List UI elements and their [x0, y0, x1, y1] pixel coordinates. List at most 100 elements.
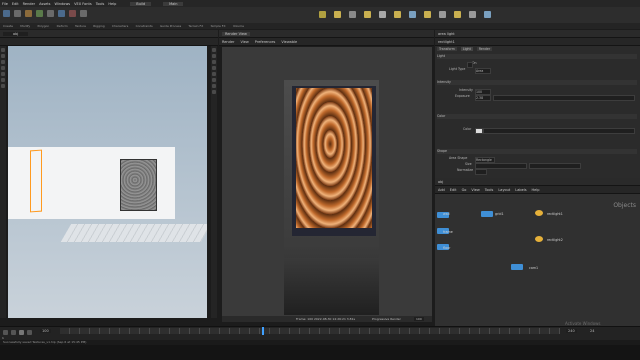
light-type-select[interactable]: Area	[475, 67, 491, 74]
light-tool-icon[interactable]	[394, 11, 401, 18]
exposure-slider[interactable]	[493, 94, 635, 101]
display-icon[interactable]	[212, 54, 216, 58]
light-tool-icon[interactable]	[334, 11, 341, 18]
fps-field[interactable]: 24	[590, 329, 594, 333]
menu-windows[interactable]: Windows	[55, 2, 71, 6]
shelf-tool-icon[interactable]	[3, 10, 10, 17]
light-tool-icon[interactable]	[409, 11, 416, 18]
menu-edit[interactable]: Edit	[12, 2, 19, 6]
select-icon[interactable]	[1, 48, 5, 52]
shelf-tool-icon[interactable]	[80, 10, 87, 17]
shelf-tool-icon[interactable]	[69, 10, 76, 17]
shelf-tab[interactable]: Simple FX	[211, 23, 226, 29]
node-name[interactable]: rectlight1	[438, 40, 455, 44]
network-menu-help[interactable]: Help	[532, 188, 540, 192]
network-menu-add[interactable]: Add	[438, 188, 445, 192]
view-menu[interactable]: View	[240, 40, 248, 44]
section-color[interactable]: Color	[437, 114, 637, 119]
display-icon[interactable]	[212, 72, 216, 76]
light-tool-icon[interactable]	[319, 11, 326, 18]
shelf-tab[interactable]: Deform	[57, 23, 68, 29]
menu-render[interactable]: Render	[23, 2, 35, 6]
current-frame-field[interactable]: 100	[40, 329, 51, 333]
move-icon[interactable]	[1, 54, 5, 58]
light-tool-icon[interactable]	[364, 11, 371, 18]
shelf-tool-icon[interactable]	[58, 10, 65, 17]
pose-icon[interactable]	[1, 78, 5, 82]
menu-help[interactable]: Help	[108, 2, 116, 6]
light-tool-icon[interactable]	[439, 11, 446, 18]
scale-icon[interactable]	[1, 66, 5, 70]
play-back-icon[interactable]	[11, 330, 16, 335]
tab-transform[interactable]: Transform	[437, 47, 457, 51]
node-cam1[interactable]	[511, 264, 523, 270]
playhead[interactable]	[262, 327, 264, 335]
section-intensity[interactable]: Intensity	[437, 80, 637, 85]
network-tab[interactable]: obj	[438, 180, 443, 184]
path-field[interactable]: obj	[3, 31, 29, 36]
tab-light[interactable]: Light	[460, 47, 473, 51]
light-tool-icon[interactable]	[379, 11, 386, 18]
display-icon[interactable]	[212, 84, 216, 88]
desktop-select[interactable]: Build	[130, 1, 152, 6]
main-select[interactable]: Main	[163, 1, 184, 6]
scene-viewport[interactable]	[8, 46, 207, 318]
color-field[interactable]	[483, 127, 635, 134]
color-swatch[interactable]	[475, 127, 483, 134]
menu-assets[interactable]: Assets	[39, 2, 50, 6]
shelf-tab[interactable]: Texture	[75, 23, 86, 29]
render-viewport[interactable]	[222, 47, 432, 316]
shelf-tab[interactable]: Guide Process	[160, 23, 181, 29]
menu-file[interactable]: File	[2, 2, 8, 6]
shelf-tool-icon[interactable]	[25, 10, 32, 17]
display-icon[interactable]	[212, 66, 216, 70]
zoom-field[interactable]: 100	[414, 317, 424, 321]
shelf-tab[interactable]: Terrain FX	[188, 23, 203, 29]
network-menu-edit[interactable]: Edit	[450, 188, 457, 192]
end-frame-field[interactable]: 240	[566, 329, 577, 333]
menu-vex[interactable]: VEX Fonts	[74, 2, 92, 6]
light-tool-icon[interactable]	[469, 11, 476, 18]
preferences-menu[interactable]: Preferences	[255, 40, 276, 44]
shelf-tab[interactable]: Characters	[112, 23, 128, 29]
shelf-tab[interactable]: Rigging	[93, 23, 104, 29]
section-light[interactable]: Light	[437, 54, 637, 59]
display-icon[interactable]	[212, 60, 216, 64]
first-frame-icon[interactable]	[3, 330, 8, 335]
network-menu-layout[interactable]: Layout	[498, 188, 510, 192]
network-menu-tools[interactable]: Tools	[485, 188, 494, 192]
light-tool-icon[interactable]	[454, 11, 461, 18]
render-menu[interactable]: Render	[222, 40, 234, 44]
view-icon[interactable]	[1, 84, 5, 88]
exposure-field[interactable]: 2.38	[475, 94, 491, 101]
camera-tool-icon[interactable]	[349, 11, 356, 18]
render-view-tab[interactable]: Render View	[222, 31, 250, 36]
display-icon[interactable]	[212, 90, 216, 94]
section-shape[interactable]: Shape	[437, 149, 637, 154]
shelf-tab[interactable]: Modify	[20, 23, 30, 29]
last-frame-icon[interactable]	[27, 330, 32, 335]
network-menu-go[interactable]: Go	[462, 188, 467, 192]
shelf-tab[interactable]: Polygon	[37, 23, 49, 29]
node-rectlight1[interactable]	[535, 210, 543, 216]
menu-tools[interactable]: Tools	[96, 2, 105, 6]
shelf-tab[interactable]: Constraints	[136, 23, 153, 29]
network-menu-view[interactable]: View	[471, 188, 479, 192]
shelf-tool-icon[interactable]	[47, 10, 54, 17]
shelf-tab[interactable]: Create	[3, 23, 13, 29]
handle-icon[interactable]	[1, 72, 5, 76]
area-light-handle[interactable]	[30, 149, 42, 213]
rotate-icon[interactable]	[1, 60, 5, 64]
viewable-menu[interactable]: Viewable	[281, 40, 297, 44]
normalize-field[interactable]	[475, 168, 487, 175]
play-icon[interactable]	[19, 330, 24, 335]
display-icon[interactable]	[212, 48, 216, 52]
node-rectlight2[interactable]	[535, 236, 543, 242]
network-menu-labels[interactable]: Labels	[515, 188, 526, 192]
timeline-scrubber[interactable]	[60, 328, 560, 334]
display-icon[interactable]	[212, 78, 216, 82]
light-tool-icon[interactable]	[424, 11, 431, 18]
light-tool-icon[interactable]	[484, 11, 491, 18]
shelf-tool-icon[interactable]	[36, 10, 43, 17]
tab-render[interactable]: Render	[476, 47, 493, 51]
